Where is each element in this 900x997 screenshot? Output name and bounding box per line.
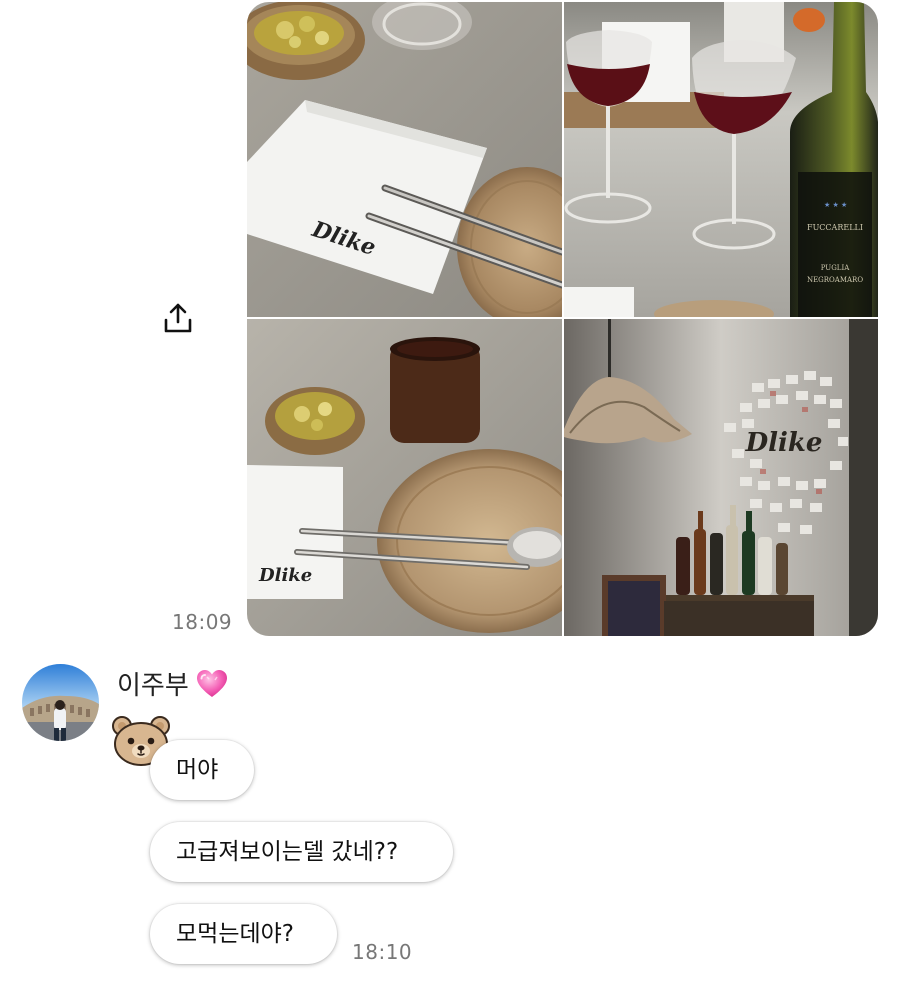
incoming-message[interactable]: 머야: [150, 740, 254, 800]
photo-wine-glasses-bottle[interactable]: FUCCARELLI PUGLIA NEGROAMARO ★ ★ ★: [564, 2, 878, 317]
bottle-label-region: PUGLIA: [821, 264, 850, 272]
photo-bar-wall[interactable]: Dlike: [564, 319, 878, 636]
photo-grid: Dlike FUCCARELLI PUGLIA NEGROAMARO ★ ★ ★…: [247, 2, 878, 636]
share-icon[interactable]: [160, 300, 196, 336]
napkin-logo-2: Dlike: [258, 565, 312, 586]
sender-avatar[interactable]: [22, 664, 99, 741]
svg-text:★ ★ ★: ★ ★ ★: [824, 201, 847, 209]
photo-napkin-chopsticks[interactable]: Dlike: [247, 2, 562, 317]
incoming-message[interactable]: 모먹는데야?: [150, 904, 337, 964]
sender-name-row: 이주부: [117, 665, 229, 702]
outgoing-timestamp: 18:09: [172, 610, 233, 634]
bottle-label-grape: NEGROAMARO: [807, 276, 863, 284]
pink-heart-icon: [195, 668, 229, 700]
bottle-label-brand: FUCCARELLI: [807, 223, 863, 232]
incoming-message[interactable]: 고급져보이는델 갔네??: [150, 822, 453, 882]
incoming-timestamp: 18:10: [352, 940, 413, 964]
sender-name: 이주부: [117, 671, 189, 701]
photo-table-setting[interactable]: Dlike: [247, 319, 562, 636]
wall-logo: Dlike: [745, 428, 823, 458]
